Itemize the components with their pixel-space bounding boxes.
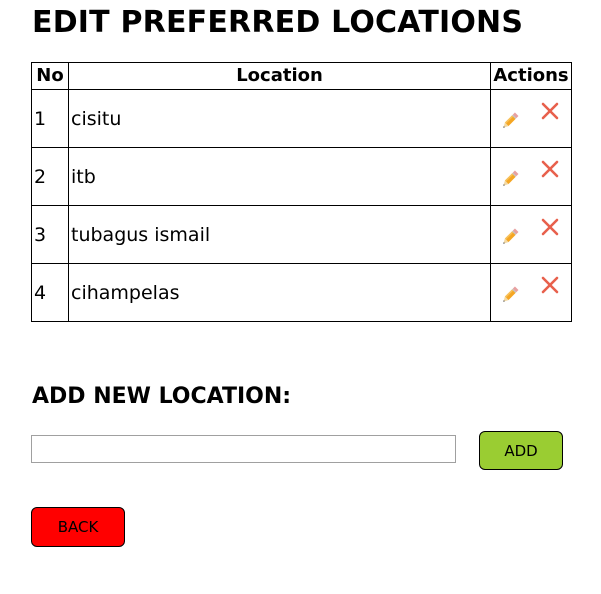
row-number: 2 xyxy=(31,147,69,206)
table-row: 3 tubagus ismail xyxy=(31,205,572,264)
row-location: tubagus ismail xyxy=(68,205,491,264)
header-location: Location xyxy=(68,62,491,90)
row-number: 1 xyxy=(31,89,69,148)
close-icon[interactable] xyxy=(539,158,561,180)
new-location-input[interactable] xyxy=(31,435,456,463)
page-title: EDIT PREFERRED LOCATIONS xyxy=(32,5,524,40)
row-actions xyxy=(490,89,572,148)
pencil-icon[interactable] xyxy=(499,110,521,132)
row-actions xyxy=(490,147,572,206)
row-number: 4 xyxy=(31,263,69,322)
add-button[interactable]: ADD xyxy=(479,431,563,470)
row-location: itb xyxy=(68,147,491,206)
row-number: 3 xyxy=(31,205,69,264)
pencil-icon[interactable] xyxy=(499,226,521,248)
row-actions xyxy=(490,205,572,264)
pencil-icon[interactable] xyxy=(499,168,521,190)
row-location: cihampelas xyxy=(68,263,491,322)
close-icon[interactable] xyxy=(539,216,561,238)
row-actions xyxy=(490,263,572,322)
table-row: 1 cisitu xyxy=(31,89,572,148)
header-no: No xyxy=(31,62,69,90)
table-row: 4 cihampelas xyxy=(31,263,572,322)
add-location-title: ADD NEW LOCATION: xyxy=(32,384,292,409)
back-button[interactable]: BACK xyxy=(31,507,125,547)
close-icon[interactable] xyxy=(539,274,561,296)
header-actions: Actions xyxy=(490,62,572,90)
row-location: cisitu xyxy=(68,89,491,148)
locations-table: No Location Actions 1 cisitu 2 itb 3 tub… xyxy=(31,62,572,322)
table-row: 2 itb xyxy=(31,147,572,206)
pencil-icon[interactable] xyxy=(499,284,521,306)
table-header-row: No Location Actions xyxy=(31,62,572,90)
close-icon[interactable] xyxy=(539,100,561,122)
